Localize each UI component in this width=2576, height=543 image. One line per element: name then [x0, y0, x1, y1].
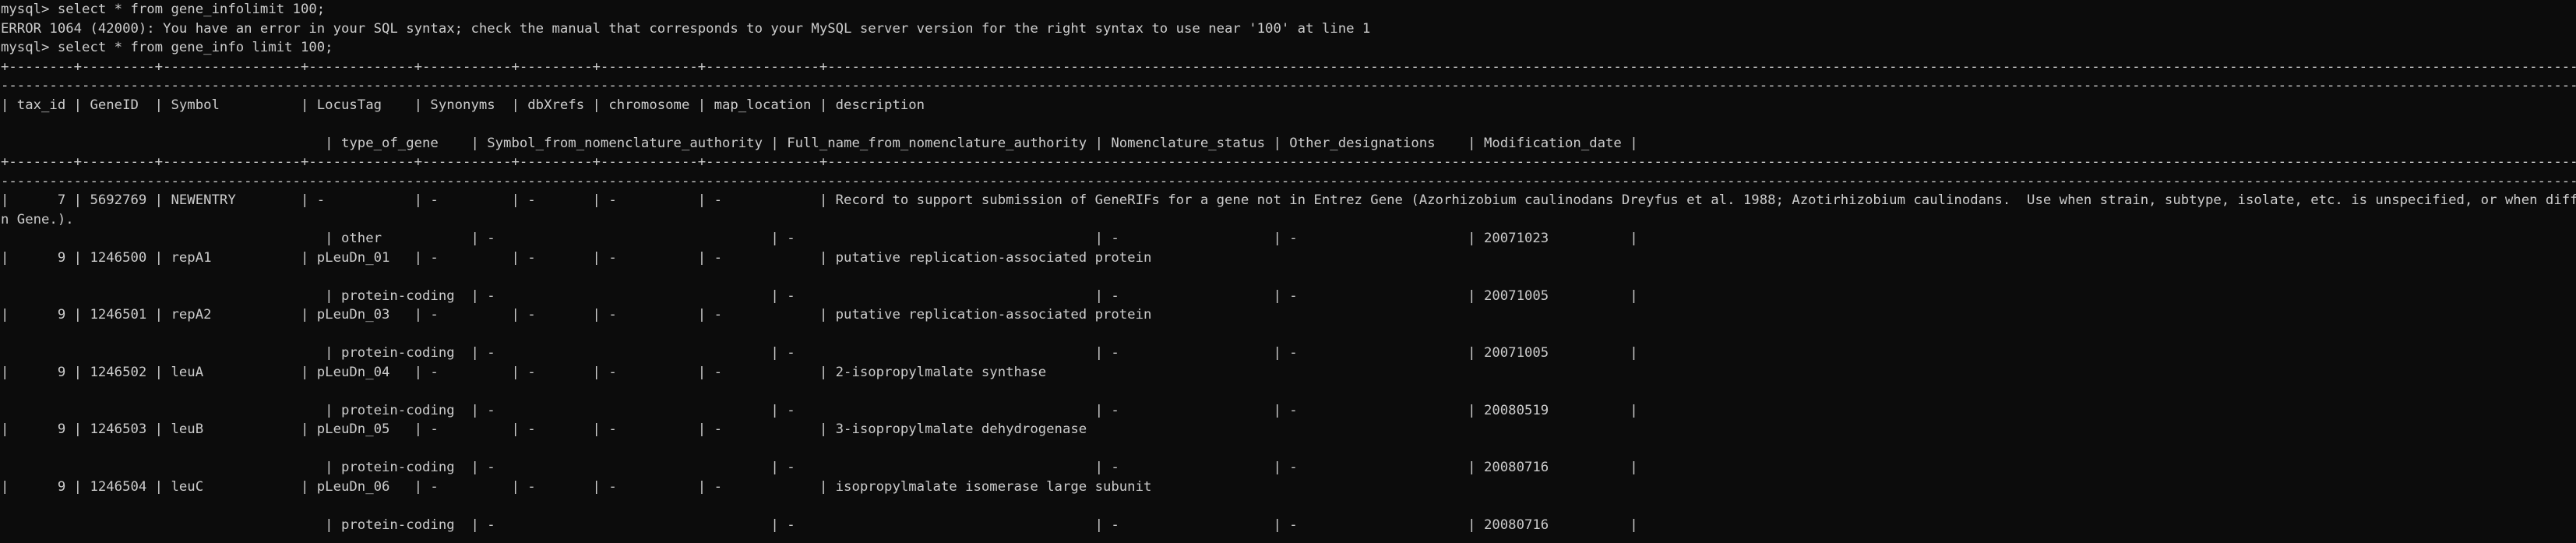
terminal-line: | protein-coding | - | - | - | - | 20071…: [1, 345, 1638, 361]
terminal-line: mysql> select * from gene_infolimit 100;: [1, 2, 326, 17]
terminal-line: | 9 | 1246504 | leuC | pLeuDn_06 | - | -…: [1, 478, 1152, 495]
terminal-line: | type_of_gene | Symbol_from_nomenclatur…: [1, 135, 1638, 151]
terminal-line: ----------------------------------------…: [1, 173, 2576, 189]
terminal-line: ERROR 1064 (42000): You have an error in…: [1, 20, 1371, 37]
terminal-line: | tax_id | GeneID | Symbol | LocusTag | …: [1, 97, 925, 113]
terminal-line: +--------+---------+-----------------+--…: [1, 58, 2576, 75]
terminal-line: +--------+---------+-----------------+--…: [1, 154, 2576, 170]
terminal-line: | other | - | - | - | - | 20071023 |: [1, 231, 1638, 246]
terminal-output: mysql> select * from gene_infolimit 100;…: [1, 0, 2576, 534]
terminal-line: | 9 | 1246501 | repA2 | pLeuDn_03 | - | …: [1, 307, 1152, 323]
terminal-line: ----------------------------------------…: [1, 78, 2576, 93]
terminal-window[interactable]: mysql> select * from gene_infolimit 100;…: [0, 0, 2576, 543]
terminal-line: | protein-coding | - | - | - | - | 20080…: [1, 402, 1638, 418]
terminal-line: | 9 | 1246502 | leuA | pLeuDn_04 | - | -…: [1, 364, 1047, 380]
terminal-line: | 7 | 5692769 | NEWENTRY | - | - | - | -…: [1, 192, 2576, 208]
terminal-line: | protein-coding | - | - | - | - | 20080…: [1, 460, 1638, 475]
terminal-line: | protein-coding | - | - | - | - | 20071…: [1, 287, 1638, 304]
terminal-line: | 9 | 1246503 | leuB | pLeuDn_05 | - | -…: [1, 421, 1087, 437]
terminal-line: mysql> select * from gene_info limit 100…: [1, 40, 333, 55]
terminal-line: | protein-coding | - | - | - | - | 20080…: [1, 517, 1638, 533]
terminal-line: | 9 | 1246500 | repA1 | pLeuDn_01 | - | …: [1, 249, 1152, 266]
terminal-line: n Gene.).: [1, 211, 74, 227]
